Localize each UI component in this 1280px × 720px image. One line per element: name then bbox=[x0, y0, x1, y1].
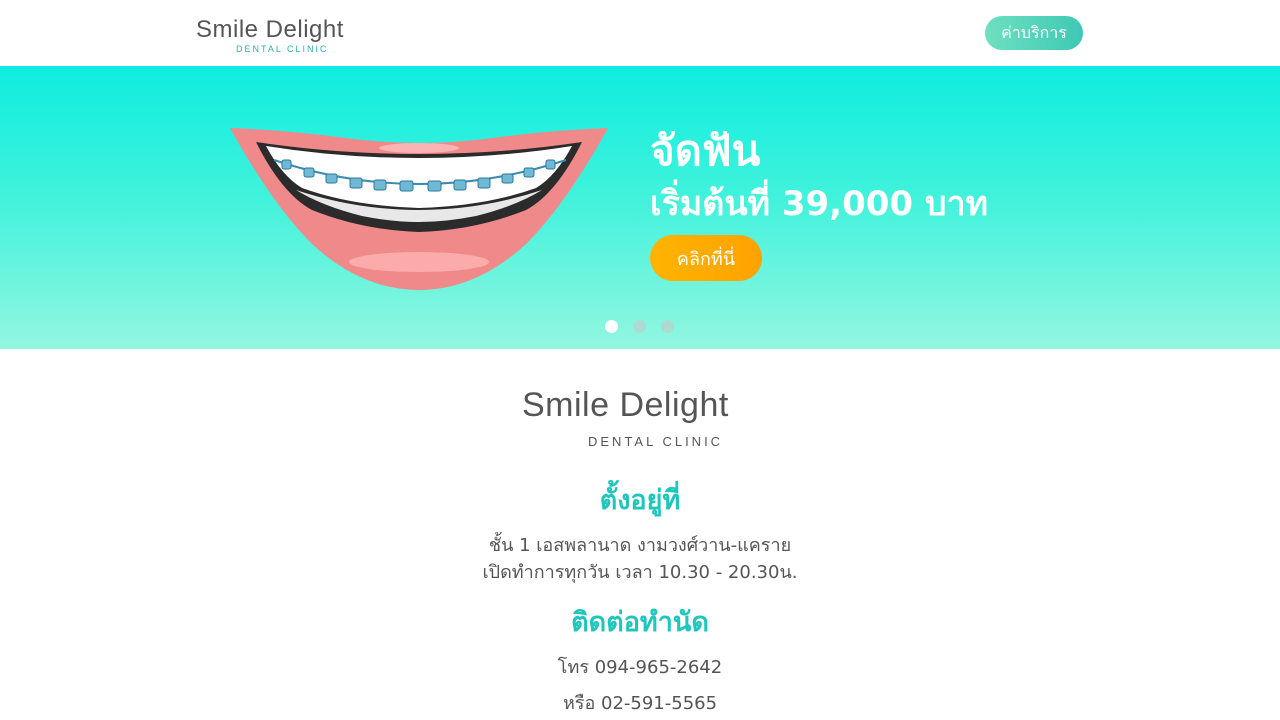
carousel-dot-3[interactable] bbox=[661, 320, 674, 333]
banner-subtitle: เริ่มต้นที่ 39,000 บาท bbox=[650, 184, 988, 224]
site-header: Smile Delight DENTAL CLINIC ค่าบริการ bbox=[0, 0, 1280, 66]
logo-subtext: DENTAL CLINIC bbox=[236, 44, 329, 54]
carousel-dots bbox=[605, 320, 674, 333]
phone-secondary[interactable]: หรือ 02-591-5565 bbox=[0, 688, 1280, 717]
carousel-dot-1[interactable] bbox=[605, 320, 618, 333]
address-text: ชั้น 1 เอสพลานาด งามวงศ์วาน-แคราย bbox=[488, 535, 792, 556]
logo-text: Smile Delight bbox=[196, 16, 344, 43]
phone-primary[interactable]: โทร 094-965-2642 bbox=[0, 652, 1280, 681]
header-logo[interactable]: Smile Delight DENTAL CLINIC bbox=[196, 14, 346, 58]
carousel-dot-2[interactable] bbox=[633, 320, 646, 333]
contact-heading: ติดต่อทำนัด bbox=[571, 607, 709, 638]
clinic-logo: Smile Delight DENTAL CLINIC bbox=[522, 382, 762, 452]
clinic-logo-subtext: DENTAL CLINIC bbox=[588, 434, 724, 449]
banner-title: จัดฟัน bbox=[650, 126, 761, 175]
opening-hours-text: เปิดทำการทุกวัน เวลา 10.30 - 20.30น. bbox=[482, 562, 798, 583]
price-button[interactable]: ค่าบริการ bbox=[985, 16, 1083, 50]
location-heading: ตั้งอยู่ที่ bbox=[599, 485, 681, 516]
hero-banner: จัดฟัน เริ่มต้นที่ 39,000 บาท คลิกที่นี่ bbox=[0, 66, 1280, 349]
click-here-button[interactable]: คลิกที่นี่ bbox=[650, 235, 762, 281]
clinic-logo-text: Smile Delight bbox=[522, 386, 729, 424]
braces-smile-image bbox=[230, 128, 608, 290]
